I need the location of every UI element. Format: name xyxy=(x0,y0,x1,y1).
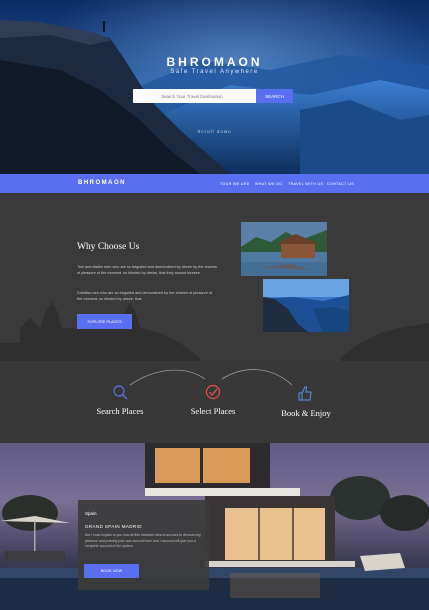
hero-title: BHROMAON xyxy=(166,55,263,69)
thumbs-up-icon xyxy=(298,386,312,401)
why-choose-us-section: Why Choose Us Toni and dislike men who a… xyxy=(0,193,429,443)
step-connector-2 xyxy=(221,369,293,386)
scroll-down-hint[interactable]: Scroll down xyxy=(0,129,429,134)
featured-destination-section: Spain GRAND SPAIN MADRID But I must expl… xyxy=(0,443,429,610)
step-book-enjoy: Book & Enjoy xyxy=(281,408,331,418)
hero-section: BHROMAON Safe Travel Anywhere SEARCH Scr… xyxy=(0,0,429,174)
hero-search: SEARCH xyxy=(133,89,293,103)
search-input[interactable] xyxy=(133,89,256,103)
hero-landscape xyxy=(0,20,429,174)
book-now-button[interactable]: BOOK NOW xyxy=(84,564,139,578)
search-icon xyxy=(133,89,139,95)
nav-item-tour-we-are[interactable]: TOUR WE ARE xyxy=(220,182,250,186)
card-title: GRAND SPAIN MADRID xyxy=(85,524,142,529)
villa-background xyxy=(0,443,429,610)
hero-subtitle: Safe Travel Anywhere xyxy=(170,69,259,75)
search-button[interactable]: SEARCH xyxy=(133,89,293,103)
main-navbar: BHROMAON TOUR WE ARE WHAT WE DO TRAVEL W… xyxy=(0,174,429,193)
destination-card: Spain GRAND SPAIN MADRID But I must expl… xyxy=(78,500,209,590)
search-button-label: SEARCH xyxy=(265,93,284,99)
step-search-places: Search Places xyxy=(96,406,144,416)
card-description: But I must explain to you how all this m… xyxy=(85,533,201,548)
nav-item-travel-with-us[interactable]: TRAVEL WITH US xyxy=(288,182,323,186)
step-connector-1 xyxy=(129,369,206,386)
nav-item-contact-us[interactable]: CONTACT US xyxy=(327,182,354,186)
step-select-places: Select Places xyxy=(190,406,236,416)
magnifier-icon xyxy=(113,385,128,400)
check-circle-icon xyxy=(205,384,221,400)
nav-item-what-we-do[interactable]: WHAT WE DO xyxy=(255,182,282,186)
card-country: Spain xyxy=(85,511,97,516)
nav-logo[interactable]: BHROMAON xyxy=(78,180,126,186)
